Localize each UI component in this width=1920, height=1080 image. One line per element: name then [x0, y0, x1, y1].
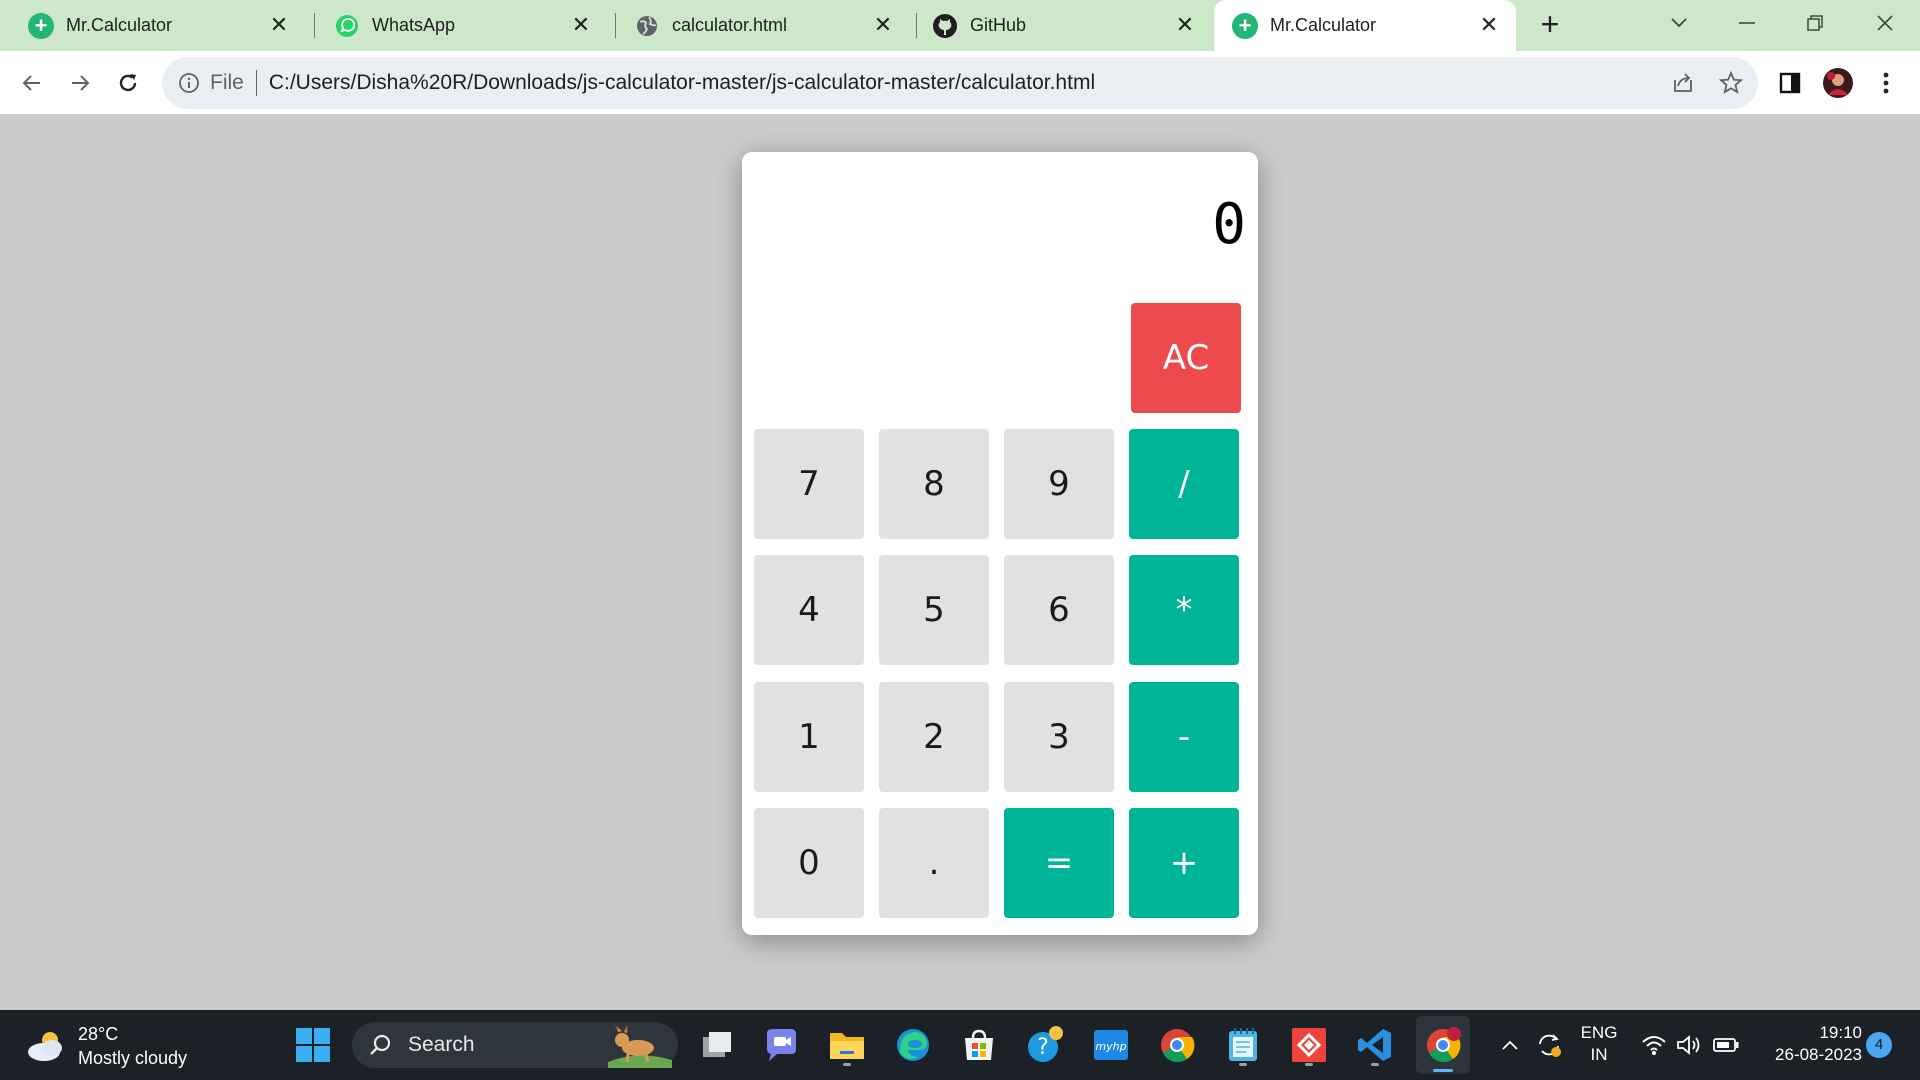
chrome-active-icon[interactable] [1416, 1016, 1470, 1074]
file-explorer-icon[interactable] [824, 1022, 870, 1068]
back-icon[interactable] [14, 65, 50, 101]
plus-circle-icon: + [1232, 12, 1258, 39]
vscode-icon[interactable] [1352, 1022, 1398, 1068]
key-2[interactable]: 2 [879, 682, 989, 792]
language-region: IN [1590, 1045, 1608, 1064]
tab-calculator-html[interactable]: calculator.html ✕ [608, 0, 910, 51]
tab-title: calculator.html [672, 15, 788, 35]
battery-icon[interactable] [1706, 1022, 1746, 1068]
forward-icon[interactable] [62, 65, 98, 101]
equals-button[interactable]: = [1004, 808, 1114, 918]
decimal-button[interactable]: . [879, 808, 989, 918]
svg-text:myhp: myhp [1095, 1040, 1126, 1053]
tab-title: GitHub [970, 15, 1027, 35]
profile-avatar-icon[interactable] [1820, 65, 1856, 101]
close-window-icon[interactable] [1862, 6, 1908, 40]
key-8[interactable]: 8 [879, 429, 989, 539]
close-tab-icon[interactable]: ✕ [568, 12, 594, 38]
subtract-button[interactable]: - [1129, 682, 1239, 792]
close-tab-icon[interactable]: ✕ [1172, 12, 1198, 38]
tab-whatsapp[interactable]: WhatsApp ✕ [306, 0, 608, 51]
tab-title: Mr.Calculator [1270, 15, 1377, 35]
clock[interactable]: 19:10 26-08-2023 [1752, 1022, 1862, 1066]
bookmark-star-icon[interactable] [1718, 70, 1744, 96]
notification-badge[interactable]: 4 [1866, 1032, 1892, 1058]
microsoft-store-icon[interactable] [956, 1022, 1002, 1068]
key-5[interactable]: 5 [879, 555, 989, 665]
key-1[interactable]: 1 [754, 682, 864, 792]
search-icon [370, 1034, 391, 1055]
reload-icon[interactable] [110, 65, 146, 101]
browser-toolbar: File C:/Users/Disha%20R/Downloads/js-cal… [0, 51, 1920, 114]
plus-circle-icon: + [28, 12, 54, 39]
close-tab-icon[interactable]: ✕ [1476, 12, 1502, 38]
scheme-label: File [210, 71, 244, 94]
sync-tray-icon[interactable] [1526, 1022, 1572, 1068]
calculator: 0 AC 7 8 9 / 4 5 6 * 1 2 3 - 0 . = + [742, 152, 1258, 935]
key-6[interactable]: 6 [1004, 555, 1114, 665]
clear-button[interactable]: AC [1131, 303, 1241, 413]
info-icon[interactable] [178, 72, 200, 94]
tab-github[interactable]: GitHub ✕ [910, 0, 1212, 51]
calculator-display: 0 [1212, 192, 1246, 257]
weather-widget[interactable]: 28°C Mostly cloudy [26, 1022, 187, 1070]
side-panel-icon[interactable] [1772, 65, 1808, 101]
menu-kebab-icon[interactable] [1868, 65, 1904, 101]
add-button[interactable]: + [1129, 808, 1239, 918]
whatsapp-icon [334, 13, 360, 39]
key-3[interactable]: 3 [1004, 682, 1114, 792]
divide-button[interactable]: / [1129, 429, 1239, 539]
get-help-icon[interactable]: ? [1022, 1022, 1068, 1068]
start-windows-icon[interactable] [290, 1022, 336, 1068]
clock-date: 26-08-2023 [1775, 1045, 1862, 1064]
close-tab-icon[interactable]: ✕ [870, 12, 896, 38]
notepad-icon[interactable] [1220, 1022, 1266, 1068]
address-bar[interactable]: File C:/Users/Disha%20R/Downloads/js-cal… [162, 57, 1758, 109]
language-code: ENG [1580, 1023, 1618, 1042]
volume-icon[interactable] [1670, 1022, 1710, 1068]
language-indicator[interactable]: ENG IN [1572, 1022, 1626, 1066]
key-7[interactable]: 7 [754, 429, 864, 539]
multiply-button[interactable]: * [1129, 555, 1239, 665]
tab-mr-calculator[interactable]: + Mr.Calculator ✕ [0, 0, 306, 51]
restore-icon[interactable] [1792, 6, 1838, 40]
tab-mr-calculator-active[interactable]: + Mr.Calculator ✕ [1214, 0, 1516, 51]
edge-browser-icon[interactable] [890, 1022, 936, 1068]
tab-title: WhatsApp [372, 15, 456, 35]
url-text[interactable]: C:/Users/Disha%20R/Downloads/js-calculat… [269, 71, 1095, 95]
cloudy-weather-icon [28, 1032, 62, 1061]
myhp-app-icon[interactable]: myhp [1088, 1022, 1134, 1068]
close-tab-icon[interactable]: ✕ [266, 12, 292, 38]
svg-text:?: ? [1037, 1035, 1049, 1060]
wifi-icon[interactable] [1634, 1022, 1674, 1068]
taskbar: 28°C Mostly cloudy Search ? myhp ENG IN … [0, 1010, 1920, 1080]
new-tab-icon[interactable]: + [1534, 8, 1566, 41]
search-label: Search [408, 1033, 475, 1056]
clock-time: 19:10 [1819, 1023, 1862, 1042]
omnibox-divider [255, 70, 257, 96]
minimize-icon[interactable] [1724, 6, 1770, 40]
teams-chat-icon[interactable] [758, 1022, 804, 1068]
key-4[interactable]: 4 [754, 555, 864, 665]
task-view-icon[interactable] [694, 1022, 740, 1068]
github-icon [932, 13, 958, 39]
anydesk-icon[interactable] [1286, 1022, 1332, 1068]
key-9[interactable]: 9 [1004, 429, 1114, 539]
show-hidden-icons-chevron-icon[interactable] [1490, 1022, 1530, 1068]
globe-icon [634, 13, 660, 39]
tab-title: Mr.Calculator [66, 15, 173, 35]
taskbar-search[interactable]: Search [352, 1022, 678, 1068]
weather-condition: Mostly cloudy [78, 1048, 188, 1068]
tab-strip: + Mr.Calculator ✕ WhatsApp ✕ calculator.… [0, 0, 1920, 51]
key-0[interactable]: 0 [754, 808, 864, 918]
search-highlight-dog-icon [608, 1024, 672, 1068]
share-icon[interactable] [1670, 70, 1696, 96]
weather-temp: 28°C [78, 1024, 119, 1044]
chrome-icon[interactable] [1154, 1022, 1200, 1068]
tab-search-chevron-icon[interactable] [1656, 6, 1702, 40]
